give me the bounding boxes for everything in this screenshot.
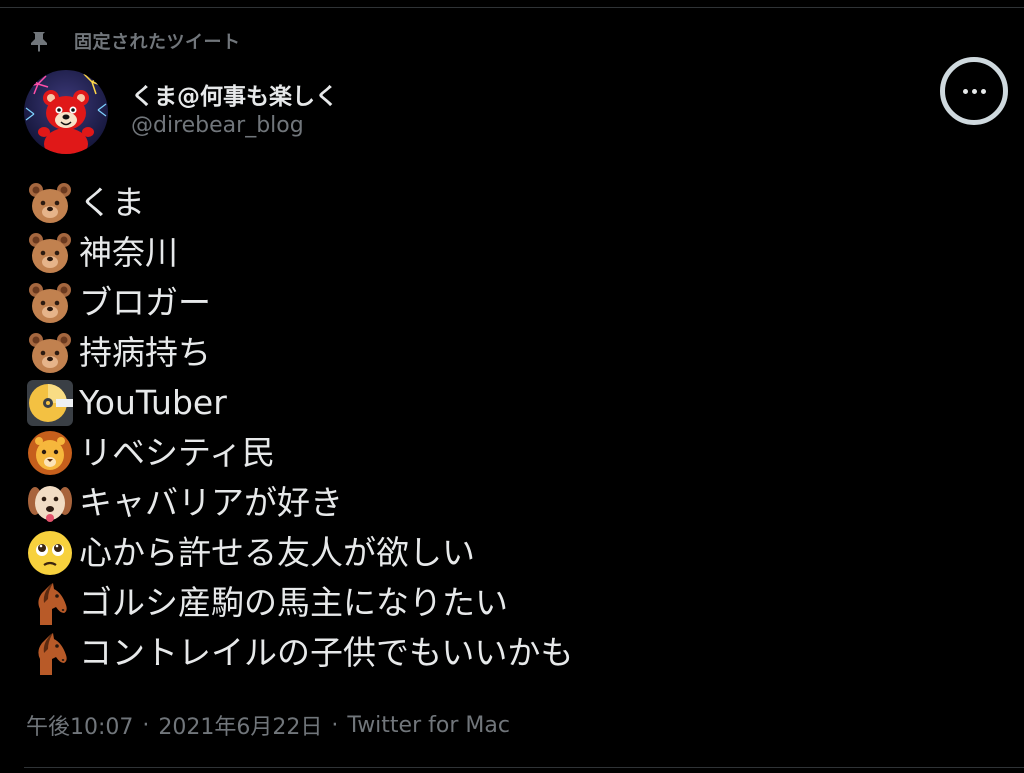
tweet-metadata: 午後10:07 · 2021年6月22日 · Twitter for Mac — [26, 709, 510, 741]
tweet-line-text: ブロガー — [79, 283, 211, 322]
tweet-line-text: コントレイルの子供でもいいかも — [79, 633, 574, 672]
tweet-line: ブロガー — [26, 278, 986, 328]
avatar[interactable] — [24, 70, 108, 154]
pleading-face-icon — [26, 529, 74, 577]
tweet-line-text: くま — [79, 183, 145, 222]
tweet-line: 神奈川 — [26, 228, 986, 278]
tweet-line: リベシティ民 — [26, 428, 986, 478]
tweet-line-text: 心から許せる友人が欲しい — [79, 533, 475, 572]
horse-icon — [26, 629, 74, 677]
tweet-line: くま — [26, 178, 986, 228]
tweet-line-text: YouTuber — [79, 383, 227, 422]
tweet-line-text: キャバリアが好き — [79, 483, 343, 522]
tweet-line: 心から許せる友人が欲しい — [26, 528, 986, 578]
tweet-source-link[interactable]: Twitter for Mac — [347, 713, 510, 738]
tweet-line-text: ゴルシ産駒の馬主になりたい — [79, 583, 508, 622]
more-icon — [961, 88, 988, 94]
bear-face-icon — [26, 329, 74, 377]
meta-separator: · — [142, 712, 150, 738]
bear-face-icon — [26, 179, 74, 227]
tweet-line: 持病持ち — [26, 328, 986, 378]
bear-face-icon — [26, 229, 74, 277]
display-name[interactable]: くま@何事も楽しく — [131, 77, 338, 111]
tweet-date-link[interactable]: 2021年6月22日 — [158, 709, 322, 741]
tweet-line: キャバリアが好き — [26, 478, 986, 528]
dog-face-icon — [26, 479, 74, 527]
top-divider — [0, 7, 1024, 8]
tweet-line: ゴルシ産駒の馬主になりたい — [26, 578, 986, 628]
meta-separator: · — [331, 712, 339, 738]
more-options-button[interactable] — [940, 57, 1008, 125]
horse-icon — [26, 579, 74, 627]
pin-icon — [28, 30, 50, 52]
tweet-line-text: 持病持ち — [79, 333, 211, 372]
pinned-label: 固定されたツイート — [74, 32, 241, 53]
tweet-line: コントレイルの子供でもいいかも — [26, 628, 986, 678]
lion-face-icon — [26, 429, 74, 477]
dvd-icon — [26, 379, 74, 427]
pinned-indicator: 固定されたツイート — [28, 28, 241, 54]
username-handle[interactable]: @direbear_blog — [131, 113, 304, 138]
tweet-time-link[interactable]: 午後10:07 — [26, 709, 133, 741]
tweet-line: YouTuber — [26, 378, 986, 428]
bear-face-icon — [26, 279, 74, 327]
bottom-divider — [24, 767, 1024, 768]
tweet-line-text: リベシティ民 — [79, 433, 276, 472]
tweet-text: くま 神奈川 ブロガー 持病持ち YouTuber リベシティ民 キャバリアが好… — [26, 178, 986, 678]
tweet-line-text: 神奈川 — [79, 233, 178, 272]
